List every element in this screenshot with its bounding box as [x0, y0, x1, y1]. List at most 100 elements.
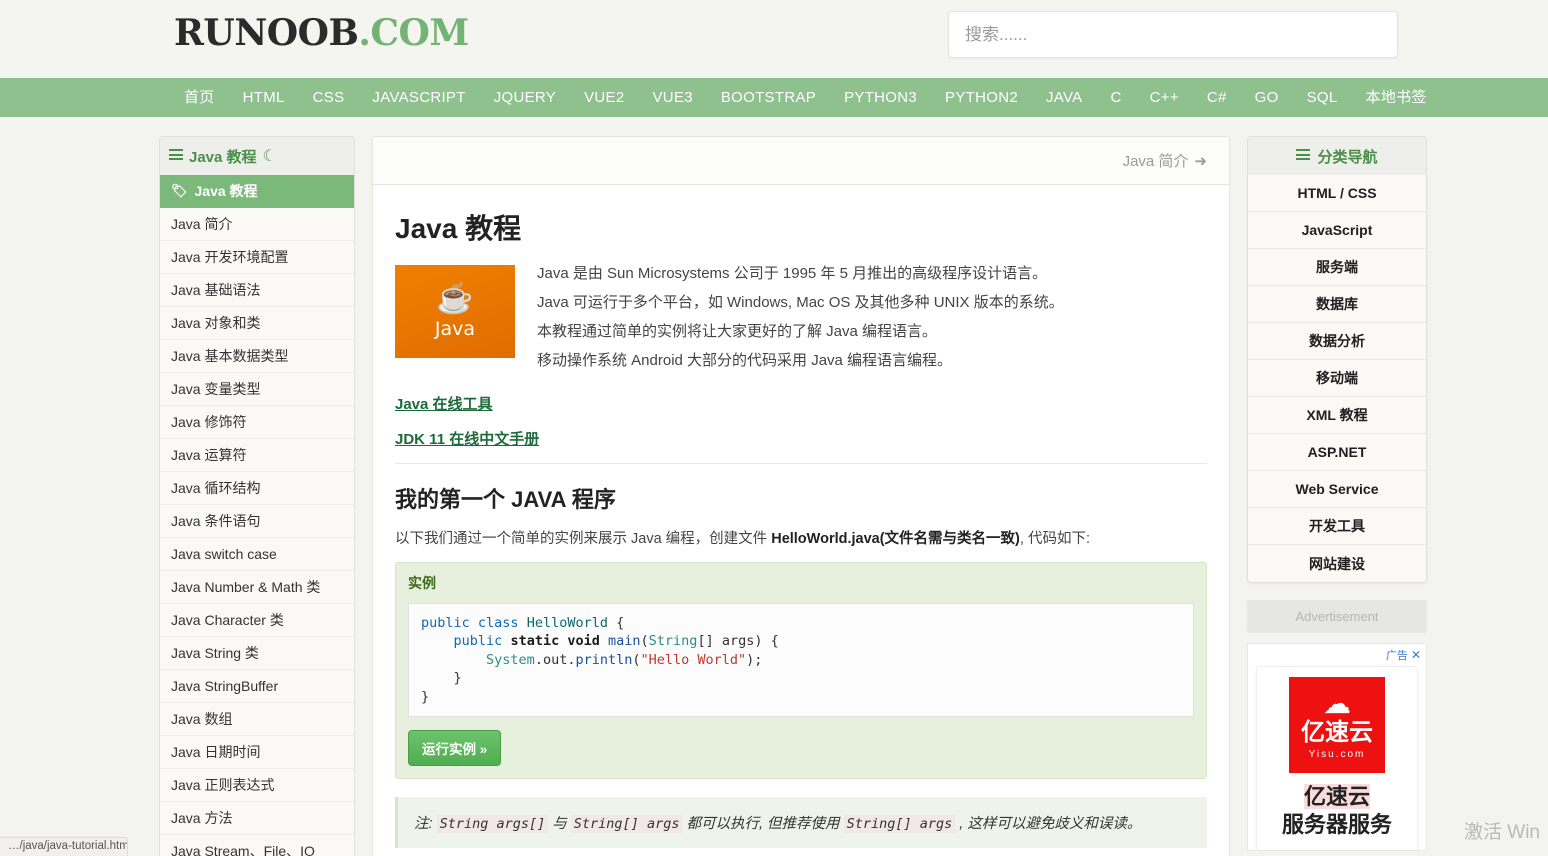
- nav-item-c++[interactable]: C++: [1136, 78, 1193, 117]
- code-token: static: [510, 633, 560, 650]
- sidebar-item[interactable]: Java 基本数据类型: [160, 340, 354, 373]
- right-sidebar-item[interactable]: 数据库: [1248, 286, 1426, 323]
- right-sidebar-item[interactable]: 开发工具: [1248, 508, 1426, 545]
- right-sidebar-item[interactable]: ASP.NET: [1248, 434, 1426, 471]
- code-token: public: [421, 615, 470, 631]
- ad-tag-label: 广告: [1385, 650, 1408, 662]
- nav-item--[interactable]: 首页: [170, 78, 229, 117]
- sidebar-item[interactable]: Java Character 类: [160, 604, 354, 637]
- breadcrumb: Java 简介 ➜: [372, 136, 1230, 185]
- moon-icon[interactable]: ☾: [263, 146, 277, 166]
- nav-item-python3[interactable]: PYTHON3: [830, 78, 931, 117]
- sidebar-item-label: Java 教程: [194, 183, 258, 199]
- sidebar-item[interactable]: Java 简介: [160, 208, 354, 241]
- nav-item-html[interactable]: HTML: [229, 78, 299, 117]
- nav-item-bootstrap[interactable]: BOOTSTRAP: [707, 78, 830, 117]
- sidebar-item[interactable]: Java Stream、File、IO: [160, 835, 354, 856]
- sidebar-item[interactable]: Java 日期时间: [160, 736, 354, 769]
- sidebar-item[interactable]: Java 条件语句: [160, 505, 354, 538]
- section-intro: 以下我们通过一个简单的实例来展示 Java 编程，创建文件 HelloWorld…: [395, 527, 1207, 548]
- site-logo[interactable]: RUNOOB.COM: [174, 12, 469, 54]
- code-token: String: [648, 633, 698, 650]
- advertisement-box: 广告 ✕ ☁ 亿速云 Yisu.com 亿速云 服务器服务: [1247, 643, 1427, 851]
- intro-paragraph: Java 可运行于多个平台，如 Windows, Mac OS 及其他多种 UN…: [537, 294, 1064, 311]
- sidebar-item-label: Java 对象和类: [171, 315, 261, 331]
- sidebar-item-label: Java switch case: [171, 546, 277, 562]
- sidebar-list: 🏷 Java 教程 Java 简介 Java 开发环境配置 Java 基础语法 Java …: [159, 175, 355, 856]
- sidebar-item-label: Java StringBuffer: [171, 678, 279, 694]
- nav-item-jquery[interactable]: JQUERY: [480, 78, 570, 117]
- right-sidebar-item[interactable]: 服务端: [1248, 249, 1426, 286]
- right-sidebar-list: HTML / CSS JavaScript 服务端 数据库 数据分析 移动端 XML 教程 A…: [1247, 175, 1427, 583]
- nav-item--[interactable]: 本地书签: [1352, 78, 1441, 117]
- coffee-cup-icon: ☕: [436, 281, 474, 315]
- sidebar-item-label: Java 方法: [171, 810, 233, 826]
- right-sidebar-item[interactable]: 数据分析: [1248, 323, 1426, 360]
- tag-icon: 🏷: [171, 183, 188, 198]
- sidebar-item[interactable]: Java 开发环境配置: [160, 241, 354, 274]
- sidebar-item-label: Java String 类: [171, 645, 259, 661]
- nav-item-sql[interactable]: SQL: [1293, 78, 1352, 117]
- sidebar-item[interactable]: Java 方法: [160, 802, 354, 835]
- link-java-online-tools[interactable]: Java 在线工具: [395, 393, 1207, 414]
- sidebar-item[interactable]: Java 运算符: [160, 439, 354, 472]
- sidebar-item[interactable]: Java 变量类型: [160, 373, 354, 406]
- sidebar-item[interactable]: 🏷 Java 教程: [160, 175, 354, 208]
- code-block: public class HelloWorld { public static …: [408, 603, 1194, 718]
- nav-item-java[interactable]: JAVA: [1032, 78, 1097, 117]
- run-example-button[interactable]: 运行实例 »: [408, 730, 502, 767]
- intro-paragraph: Java 是由 Sun Microsystems 公司于 1995 年 5 月推…: [537, 265, 1048, 282]
- right-sidebar-item[interactable]: XML 教程: [1248, 397, 1426, 434]
- intro-block: ☕ Java Java 是由 Sun Microsystems 公司于 1995…: [395, 265, 1207, 381]
- sidebar-item-label: Java 条件语句: [171, 513, 261, 529]
- content-area: Java 教程 ☾ 🏷 Java 教程 Java 简介 Java 开发环境配置 Java…: [0, 117, 1548, 856]
- sidebar-item[interactable]: Java 修饰符: [160, 406, 354, 439]
- search-input[interactable]: [948, 11, 1398, 58]
- sidebar-title: Java 教程: [189, 148, 257, 166]
- sidebar-item-label: Java Stream、File、IO: [171, 843, 315, 856]
- sidebar-item[interactable]: Java 数组: [160, 703, 354, 736]
- sidebar-item-label: Java 简介: [171, 216, 233, 232]
- code-token: HelloWorld: [526, 615, 608, 631]
- right-sidebar-item[interactable]: 网站建设: [1248, 545, 1426, 582]
- nav-item-vue2[interactable]: VUE2: [570, 78, 638, 117]
- ad-card[interactable]: ☁ 亿速云 Yisu.com 亿速云 服务器服务: [1256, 666, 1418, 850]
- resource-links: Java 在线工具 JDK 11 在线中文手册: [395, 393, 1207, 449]
- link-jdk11-manual[interactable]: JDK 11 在线中文手册: [395, 428, 1207, 449]
- sidebar-item[interactable]: Java 正则表达式: [160, 769, 354, 802]
- note-mid: 都可以执行, 但推荐使用: [682, 816, 844, 833]
- sidebar-item-label: Java 修饰符: [171, 414, 247, 430]
- sidebar-item[interactable]: Java 基础语法: [160, 274, 354, 307]
- example-box: 实例 public class HelloWorld { public stat…: [395, 562, 1207, 780]
- nav-item-vue3[interactable]: VUE3: [638, 78, 706, 117]
- sidebar-item-label: Java 运算符: [171, 447, 247, 463]
- right-sidebar-item[interactable]: Web Service: [1248, 471, 1426, 508]
- sidebar-item[interactable]: Java Number & Math 类: [160, 571, 354, 604]
- close-icon[interactable]: ✕: [1411, 648, 1421, 662]
- right-sidebar-item[interactable]: 移动端: [1248, 360, 1426, 397]
- note-code: String args[]: [436, 815, 549, 834]
- sidebar-item[interactable]: Java String 类: [160, 637, 354, 670]
- nav-item-c#[interactable]: C#: [1193, 78, 1241, 117]
- bars-icon: [169, 149, 183, 163]
- intro-paragraph: 本教程通过简单的实例将让大家更好的了解 Java 编程语言。: [537, 323, 938, 340]
- right-sidebar-item[interactable]: JavaScript: [1248, 212, 1426, 249]
- sidebar-item[interactable]: Java 循环结构: [160, 472, 354, 505]
- nav-item-css[interactable]: CSS: [299, 78, 359, 117]
- left-sidebar: Java 教程 ☾ 🏷 Java 教程 Java 简介 Java 开发环境配置 Java…: [159, 136, 355, 856]
- main-navbar: 首页 HTML CSS JAVASCRIPT JQUERY VUE2 VUE3 BOOTSTR…: [0, 78, 1548, 117]
- sidebar-item[interactable]: Java 对象和类: [160, 307, 354, 340]
- next-page-link[interactable]: Java 简介 ➜: [1123, 150, 1207, 171]
- nav-item-javascript[interactable]: JAVASCRIPT: [358, 78, 479, 117]
- ad-logo-en: Yisu.com: [1308, 748, 1366, 760]
- sidebar-header: Java 教程 ☾: [159, 136, 355, 175]
- nav-item-go[interactable]: GO: [1241, 78, 1293, 117]
- example-label: 实例: [408, 575, 436, 591]
- page-title: Java 教程: [395, 213, 522, 244]
- nav-item-python2[interactable]: PYTHON2: [931, 78, 1032, 117]
- sidebar-item[interactable]: Java StringBuffer: [160, 670, 354, 703]
- nav-item-c[interactable]: C: [1096, 78, 1135, 117]
- sidebar-item[interactable]: Java switch case: [160, 538, 354, 571]
- right-sidebar-item[interactable]: HTML / CSS: [1248, 175, 1426, 212]
- sidebar-item-label: Java 循环结构: [171, 480, 261, 496]
